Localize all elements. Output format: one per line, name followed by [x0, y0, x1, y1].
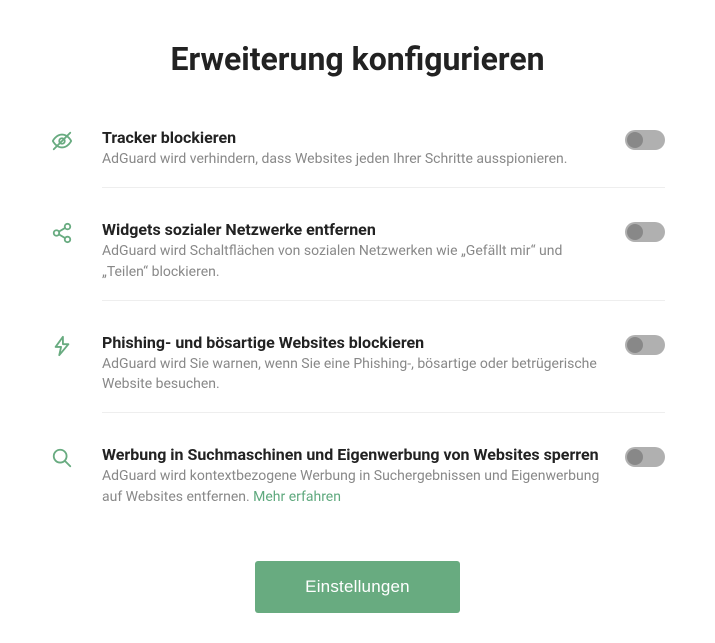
share-icon	[50, 220, 74, 244]
setting-row-social: Widgets sozialer Netzwerke entfernen AdG…	[50, 204, 665, 317]
setting-title: Werbung in Suchmaschinen und Eigenwerbun…	[102, 445, 605, 464]
setting-title: Tracker blockieren	[102, 128, 605, 147]
setting-desc: AdGuard wird Sie warnen, wenn Sie eine P…	[102, 354, 605, 395]
toggle-social[interactable]	[625, 222, 665, 242]
setting-row-phishing: Phishing- und bösartige Websites blockie…	[50, 317, 665, 430]
learn-more-link[interactable]: Mehr erfahren	[253, 489, 341, 505]
eye-slash-icon	[50, 128, 74, 152]
setting-desc: AdGuard wird kontextbezogene Werbung in …	[102, 466, 605, 507]
setting-title: Widgets sozialer Netzwerke entfernen	[102, 220, 605, 239]
toggle-phishing[interactable]	[625, 335, 665, 355]
setting-desc: AdGuard wird Schaltflächen von sozialen …	[102, 241, 605, 282]
setting-desc: AdGuard wird verhindern, dass Websites j…	[102, 149, 605, 169]
lightning-icon	[50, 333, 74, 357]
setting-title: Phishing- und bösartige Websites blockie…	[102, 333, 605, 352]
page-title: Erweiterung konfigurieren	[50, 40, 665, 78]
toggle-search-ads[interactable]	[625, 447, 665, 467]
settings-button[interactable]: Einstellungen	[255, 561, 460, 613]
setting-row-search-ads: Werbung in Suchmaschinen und Eigenwerbun…	[50, 429, 665, 541]
toggle-trackers[interactable]	[625, 130, 665, 150]
search-icon	[50, 445, 74, 469]
setting-row-trackers: Tracker blockieren AdGuard wird verhinde…	[50, 112, 665, 204]
